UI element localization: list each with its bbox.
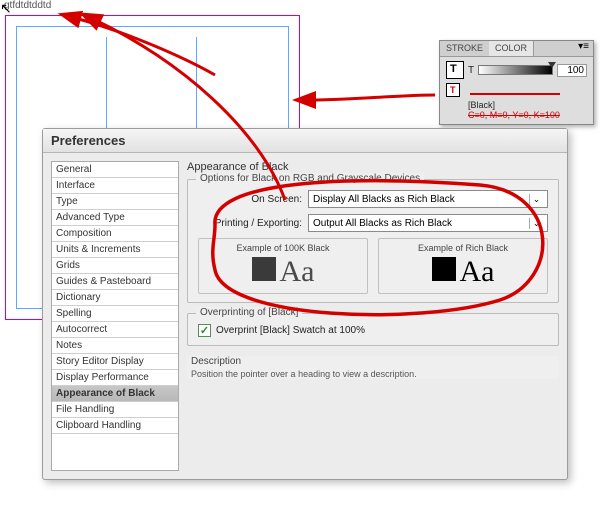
category-item[interactable]: Interface	[52, 178, 178, 194]
category-item[interactable]: Autocorrect	[52, 322, 178, 338]
tab-color[interactable]: COLOR	[489, 41, 534, 56]
color-name: [Black]	[468, 100, 587, 110]
tint-label: T	[468, 65, 474, 76]
category-item[interactable]: Story Editor Display	[52, 354, 178, 370]
print-value: Output All Blacks as Rich Black	[313, 218, 452, 229]
example-100k: Example of 100K Black Aa	[198, 238, 368, 294]
category-item[interactable]: Clipboard Handling	[52, 418, 178, 434]
options-group-label: Options for Black on RGB and Grayscale D…	[196, 173, 424, 184]
formatting-affects-text-icon[interactable]: T	[446, 83, 460, 97]
panel-tab-strip: STROKE COLOR ▾≡	[440, 41, 593, 57]
onscreen-dropdown[interactable]: Display All Blacks as Rich Black ⌄	[308, 190, 548, 208]
example-100k-label: Example of 100K Black	[203, 243, 363, 253]
overprint-text: Overprint [Black] Swatch at 100%	[216, 325, 365, 336]
category-item[interactable]: Grids	[52, 258, 178, 274]
onscreen-label: On Screen:	[198, 194, 302, 205]
description-label: Description	[191, 356, 555, 367]
category-item[interactable]: Notes	[52, 338, 178, 354]
overprint-group-label: Overprinting of [Black]	[196, 307, 302, 318]
slider-handle-icon[interactable]	[548, 62, 556, 68]
category-list[interactable]: GeneralInterfaceTypeAdvanced TypeComposi…	[51, 161, 179, 471]
example-rich: Example of Rich Black Aa	[378, 238, 548, 294]
swatch-100k-icon	[252, 257, 276, 281]
category-item[interactable]: Spelling	[52, 306, 178, 322]
section-title: Appearance of Black	[187, 161, 559, 173]
category-item[interactable]: File Handling	[52, 402, 178, 418]
color-breakdown: C=0, M=0, Y=0, K=100	[468, 110, 587, 120]
category-item[interactable]: Dictionary	[52, 290, 178, 306]
category-item[interactable]: Display Performance	[52, 370, 178, 386]
description-text: Position the pointer over a heading to v…	[191, 369, 555, 379]
print-dropdown[interactable]: Output All Blacks as Rich Black ⌄	[308, 214, 548, 232]
example-rich-label: Example of Rich Black	[383, 243, 543, 253]
color-panel[interactable]: STROKE COLOR ▾≡ T T T [Black] C=0, M=0, …	[439, 40, 594, 125]
tab-stroke[interactable]: STROKE	[440, 41, 489, 56]
options-group: Options for Black on RGB and Grayscale D…	[187, 179, 559, 303]
overprint-checkbox[interactable]: ✓	[198, 324, 211, 337]
tint-slider[interactable]	[478, 65, 553, 75]
chevron-down-icon: ⌄	[529, 194, 543, 205]
dialog-title: Preferences	[43, 129, 567, 153]
category-item[interactable]: Units & Increments	[52, 242, 178, 258]
tint-input[interactable]	[557, 64, 587, 77]
cursor-icon: ↖	[0, 0, 12, 17]
print-label: Printing / Exporting:	[198, 218, 302, 229]
swatch-rich-icon	[432, 257, 456, 281]
chevron-down-icon: ⌄	[529, 218, 543, 229]
preferences-dialog: Preferences GeneralInterfaceTypeAdvanced…	[42, 128, 568, 480]
category-item[interactable]: Appearance of Black	[52, 386, 178, 402]
panel-menu-icon[interactable]: ▾≡	[574, 41, 593, 56]
overprint-group: Overprinting of [Black] ✓ Overprint [Bla…	[187, 313, 559, 346]
example-rich-aa: Aa	[460, 255, 495, 289]
category-item[interactable]: General	[52, 162, 178, 178]
category-item[interactable]: Composition	[52, 226, 178, 242]
fill-stroke-proxy[interactable]: T	[446, 61, 464, 79]
description-group: Description Position the pointer over a …	[187, 356, 559, 379]
example-100k-aa: Aa	[280, 255, 315, 289]
onscreen-value: Display All Blacks as Rich Black	[313, 194, 455, 205]
category-item[interactable]: Type	[52, 194, 178, 210]
category-item[interactable]: Guides & Pasteboard	[52, 274, 178, 290]
category-item[interactable]: Advanced Type	[52, 210, 178, 226]
